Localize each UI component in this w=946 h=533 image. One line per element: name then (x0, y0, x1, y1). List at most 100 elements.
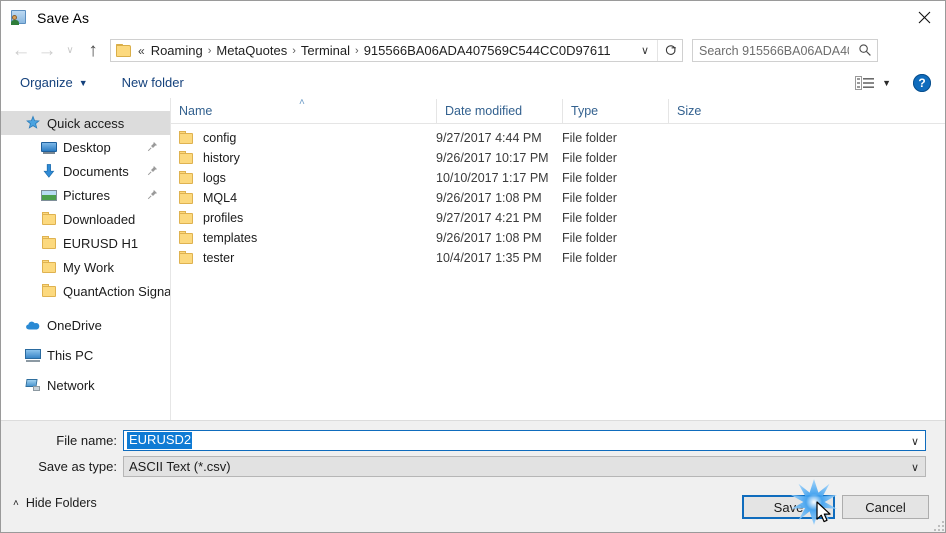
recent-locations-button[interactable]: ∨ (60, 38, 80, 64)
breadcrumb-item-terminal[interactable]: Terminal (298, 43, 353, 58)
table-row[interactable]: config 9/27/2017 4:44 PM File folder (171, 128, 945, 148)
column-header-size[interactable]: Size (668, 99, 748, 123)
save-as-type-label: Save as type: (38, 458, 117, 474)
hide-folders-button[interactable]: ˄ Hide Folders (13, 496, 97, 510)
search-box[interactable]: Search 915566BA06ADA40756... (692, 39, 878, 62)
file-name-cell: history (171, 151, 436, 165)
sidebar-item-label: Pictures (63, 187, 110, 203)
sidebar-item-quantaction-signal[interactable]: QuantAction Signal (1, 279, 170, 303)
window-title: Save As (37, 9, 90, 26)
table-row[interactable]: history 9/26/2017 10:17 PM File folder (171, 148, 945, 168)
save-as-type-row: Save as type: ASCII Text (*.csv) ∨ (1, 455, 945, 477)
title-bar: Save As (1, 1, 945, 34)
resize-grip[interactable] (931, 518, 944, 531)
pin-icon (147, 188, 158, 203)
folder-icon (41, 259, 57, 275)
folder-icon (41, 211, 57, 227)
sidebar-item-pictures[interactable]: Pictures (1, 183, 170, 207)
file-name-label: tester (203, 251, 235, 265)
help-icon: ? (918, 75, 926, 90)
sidebar-item-label: OneDrive (47, 317, 102, 333)
file-name-row: File name: EURUSD2 ∨ (1, 429, 945, 451)
new-folder-button[interactable]: New folder (116, 71, 190, 95)
folder-icon (41, 283, 57, 299)
organize-button[interactable]: Organize ▼ (14, 71, 94, 95)
file-name-label: logs (203, 171, 226, 185)
table-row[interactable]: tester 10/4/2017 1:35 PM File folder (171, 248, 945, 268)
dialog-footer: ˄ Hide Folders Save Cancel (1, 486, 945, 532)
save-as-dialog: Save As ← → ∨ ↑ « Roaming › MetaQuotes ›… (0, 0, 946, 533)
pin-icon (147, 140, 158, 155)
save-as-type-select[interactable]: ASCII Text (*.csv) ∨ (123, 455, 926, 477)
sidebar-item-desktop[interactable]: Desktop (1, 135, 170, 159)
chevron-down-icon[interactable]: ∨ (911, 461, 919, 474)
file-date-cell: 10/4/2017 1:35 PM (436, 251, 542, 265)
breadcrumb-item-guid[interactable]: 915566BA06ADA407569C544CC0D97611 (361, 43, 614, 58)
file-name-cell: logs (171, 171, 436, 185)
file-name-cell: templates (171, 231, 436, 245)
address-dropdown-button[interactable]: ∨ (634, 40, 656, 61)
sidebar-item-documents[interactable]: Documents (1, 159, 170, 183)
forward-button[interactable]: → (34, 38, 60, 64)
column-header-label: Type (571, 104, 599, 118)
command-bar: Organize ▼ New folder ▼ ? (1, 67, 945, 99)
breadcrumb-item-metaquotes[interactable]: MetaQuotes (213, 43, 290, 58)
close-button[interactable] (901, 1, 945, 33)
sidebar-item-label: QuantAction Signal (63, 283, 170, 299)
view-list-icon (855, 75, 875, 90)
onedrive-icon (25, 317, 41, 333)
file-date-cell: 9/26/2017 1:08 PM (436, 231, 542, 245)
save-button[interactable]: Save (742, 495, 835, 519)
column-header-label: Size (677, 104, 702, 118)
sidebar-item-label: This PC (47, 347, 94, 363)
search-input[interactable]: Search 915566BA06ADA40756... (699, 44, 849, 58)
table-row[interactable]: logs 10/10/2017 1:17 PM File folder (171, 168, 945, 188)
file-name-label: templates (203, 231, 258, 245)
column-header-type[interactable]: Type (562, 99, 668, 123)
thispc-icon (25, 347, 41, 363)
file-date-cell: 9/26/2017 10:17 PM (436, 151, 549, 165)
sidebar-item-downloaded[interactable]: Downloaded (1, 207, 170, 231)
sidebar-item-my-work[interactable]: My Work (1, 255, 170, 279)
back-button[interactable]: ← (8, 38, 34, 64)
sidebar-item-network[interactable]: Network (1, 373, 170, 397)
chevron-down-icon[interactable]: ∨ (911, 435, 919, 448)
cancel-button[interactable]: Cancel (842, 495, 929, 519)
sidebar-item-label: Quick access (47, 115, 125, 131)
column-header-date-modified[interactable]: Date modified (436, 99, 562, 123)
pin-icon (147, 164, 158, 179)
organize-label: Organize (20, 75, 73, 90)
file-name-cell: MQL4 (171, 191, 436, 205)
file-type-cell: File folder (562, 231, 617, 245)
table-row[interactable]: profiles 9/27/2017 4:21 PM File folder (171, 208, 945, 228)
change-view-button[interactable]: ▼ (851, 73, 895, 93)
sidebar-item-quick-access[interactable]: Quick access (1, 111, 170, 135)
desktop-icon (41, 139, 57, 155)
file-type-cell: File folder (562, 251, 617, 265)
table-row[interactable]: templates 9/26/2017 1:08 PM File folder (171, 228, 945, 248)
address-bar[interactable]: « Roaming › MetaQuotes › Terminal › 9155… (110, 39, 683, 62)
pictures-icon (41, 187, 57, 203)
save-as-icon (10, 9, 28, 27)
folder-icon (179, 171, 194, 185)
refresh-button[interactable] (657, 40, 682, 61)
command-bar-right: ▼ ? (851, 67, 945, 98)
file-rows: config 9/27/2017 4:44 PM File folder his… (171, 124, 945, 268)
breadcrumb-overflow[interactable]: « (135, 44, 148, 58)
file-date-cell: 9/27/2017 4:44 PM (436, 131, 542, 145)
file-name-input[interactable]: EURUSD2 ∨ (123, 429, 926, 451)
chevron-down-icon: ▼ (78, 77, 88, 88)
file-date-cell: 9/27/2017 4:21 PM (436, 211, 542, 225)
sidebar-item-onedrive[interactable]: OneDrive (1, 313, 170, 337)
sidebar-item-eurusd-h1[interactable]: EURUSD H1 (1, 231, 170, 255)
hide-folders-label: Hide Folders (25, 496, 97, 510)
table-row[interactable]: MQL4 9/26/2017 1:08 PM File folder (171, 188, 945, 208)
breadcrumb-item-roaming[interactable]: Roaming (148, 43, 206, 58)
sidebar-item-this-pc[interactable]: This PC (1, 343, 170, 367)
column-header-name[interactable]: Name ˄ (171, 98, 436, 123)
sidebar-item-label: Network (47, 377, 95, 393)
help-button[interactable]: ? (913, 73, 931, 92)
cancel-button-label: Cancel (865, 499, 906, 515)
up-button[interactable]: ↑ (80, 38, 106, 64)
file-type-cell: File folder (562, 131, 617, 145)
